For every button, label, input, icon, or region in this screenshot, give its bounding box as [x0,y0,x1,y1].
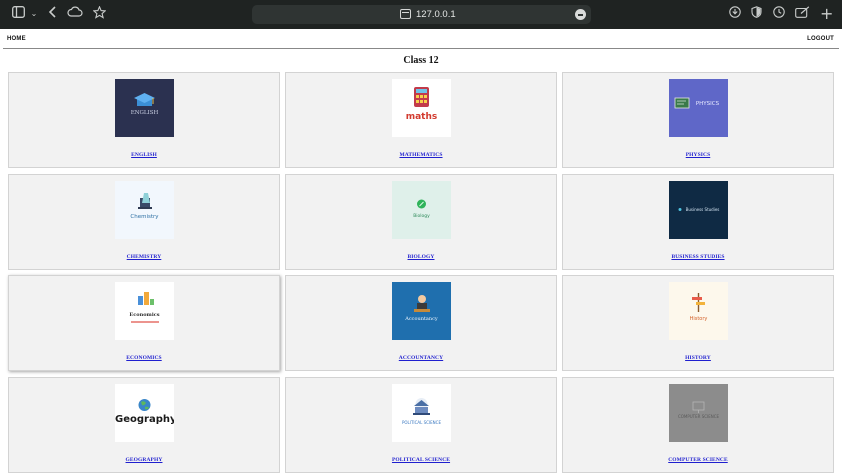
subject-card-accountancy[interactable]: Accountancy ACCOUNTANCY [285,275,557,371]
geography-thumbnail[interactable]: Geography [115,384,174,442]
biology-thumbnail[interactable]: Biology [392,181,451,239]
english-link[interactable]: ENGLISH [9,152,279,158]
subject-card-computer-science[interactable]: COMPUTER SCIENCE COMPUTER SCIENCE [562,377,834,473]
economics-chart-icon [131,292,159,323]
accountant-icon [414,295,430,312]
political-science-link[interactable]: POLITICAL SCIENCE [286,457,556,463]
address-bar[interactable]: 127.0.0.1 [252,5,591,24]
subject-card-chemistry[interactable]: Chemistry CHEMISTRY [8,174,280,270]
logout-link[interactable]: LOGOUT [807,36,834,42]
accountancy-thumbnail[interactable]: Accountancy [392,282,451,340]
back-icon[interactable] [46,6,58,22]
accountancy-thumb-label: Accountancy [405,316,438,322]
navbar-divider [3,48,839,49]
biology-thumb-label: Biology [413,214,430,219]
new-tab-icon[interactable]: + [820,6,833,22]
english-thumb-label: ENGLISH [130,110,159,116]
computer-science-thumbnail[interactable]: COMPUTER SCIENCE [669,384,728,442]
globe-icon [138,399,151,411]
business-studies-link[interactable]: BUSINESS STUDIES [563,254,833,260]
chalkboard-icon [674,97,690,109]
bookmark-star-icon[interactable] [91,5,107,22]
economics-link[interactable]: ECONOMICS [9,355,279,361]
business-studies-thumbnail[interactable]: Business Studies [669,181,728,239]
site-navbar: HOME LOGOUT [0,29,842,49]
physics-thumbnail[interactable]: PHYSICS [669,79,728,137]
monitor-icon [692,401,705,413]
subject-card-english[interactable]: ENGLISH ENGLISH [8,72,280,168]
reload-icon[interactable] [575,9,586,20]
history-thumb-label: History [689,316,708,322]
reader-edit-icon[interactable] [794,6,810,22]
lab-flask-icon [138,193,152,209]
leaf-icon [417,199,426,209]
url-text: 127.0.0.1 [416,9,456,20]
shield-icon[interactable] [750,6,763,22]
chemistry-link[interactable]: CHEMISTRY [9,254,279,260]
subject-card-biology[interactable]: Biology BIOLOGY [285,174,557,270]
chevron-down-icon[interactable]: ⌄ [29,6,39,22]
history-link[interactable]: HISTORY [563,355,833,361]
subject-card-business-studies[interactable]: Business Studies BUSINESS STUDIES [562,174,834,270]
political-science-thumbnail[interactable]: POLITICAL SCIENCE [392,384,451,442]
government-building-icon [413,398,430,415]
computer-science-link[interactable]: COMPUTER SCIENCE [563,457,833,463]
economics-thumbnail[interactable]: Economics [115,282,174,340]
subject-card-history[interactable]: History HISTORY [562,275,834,371]
subject-card-physics[interactable]: PHYSICS PHYSICS [562,72,834,168]
calculator-icon [414,87,429,107]
page-title: Class 12 [403,55,439,66]
political-science-thumb-label: POLITICAL SCIENCE [402,420,441,425]
sidebar-toggle-icon[interactable] [11,6,25,22]
chemistry-thumbnail[interactable]: Chemistry [115,181,174,239]
signpost-icon [692,293,705,312]
cloud-icon[interactable] [67,6,83,22]
geography-link[interactable]: GEOGRAPHY [9,457,279,463]
biology-link[interactable]: BIOLOGY [286,254,556,260]
download-icon[interactable] [728,6,741,22]
history-clock-icon[interactable] [772,6,785,22]
computer-science-thumb-label: COMPUTER SCIENCE [677,414,720,419]
subject-card-economics[interactable]: Economics ECONOMICS [8,275,280,371]
mathematics-thumbnail[interactable]: maths [392,79,451,137]
physics-link[interactable]: PHYSICS [563,152,833,158]
chemistry-thumb-label: Chemistry [130,214,159,220]
browser-toolbar: ⌄ 127.0.0.1 + [0,0,842,29]
physics-thumb-label: PHYSICS [695,101,720,107]
subject-card-mathematics[interactable]: maths MATHEMATICS [285,72,557,168]
business-studies-thumb-label: Business Studies [685,207,720,212]
mathematics-link[interactable]: MATHEMATICS [286,152,556,158]
home-link[interactable]: HOME [7,36,26,42]
english-thumbnail[interactable]: ENGLISH [115,79,174,137]
mathematics-thumb-label: maths [405,112,438,122]
subject-card-geography[interactable]: Geography GEOGRAPHY [8,377,280,473]
geography-thumb-label: Geography [115,414,174,425]
history-thumbnail[interactable]: History [669,282,728,340]
accountancy-link[interactable]: ACCOUNTANCY [286,355,556,361]
subject-card-political-science[interactable]: POLITICAL SCIENCE POLITICAL SCIENCE [285,377,557,473]
economics-thumb-label: Economics [129,312,160,318]
site-settings-icon[interactable] [400,9,411,19]
graduation-cap-icon [134,93,155,106]
